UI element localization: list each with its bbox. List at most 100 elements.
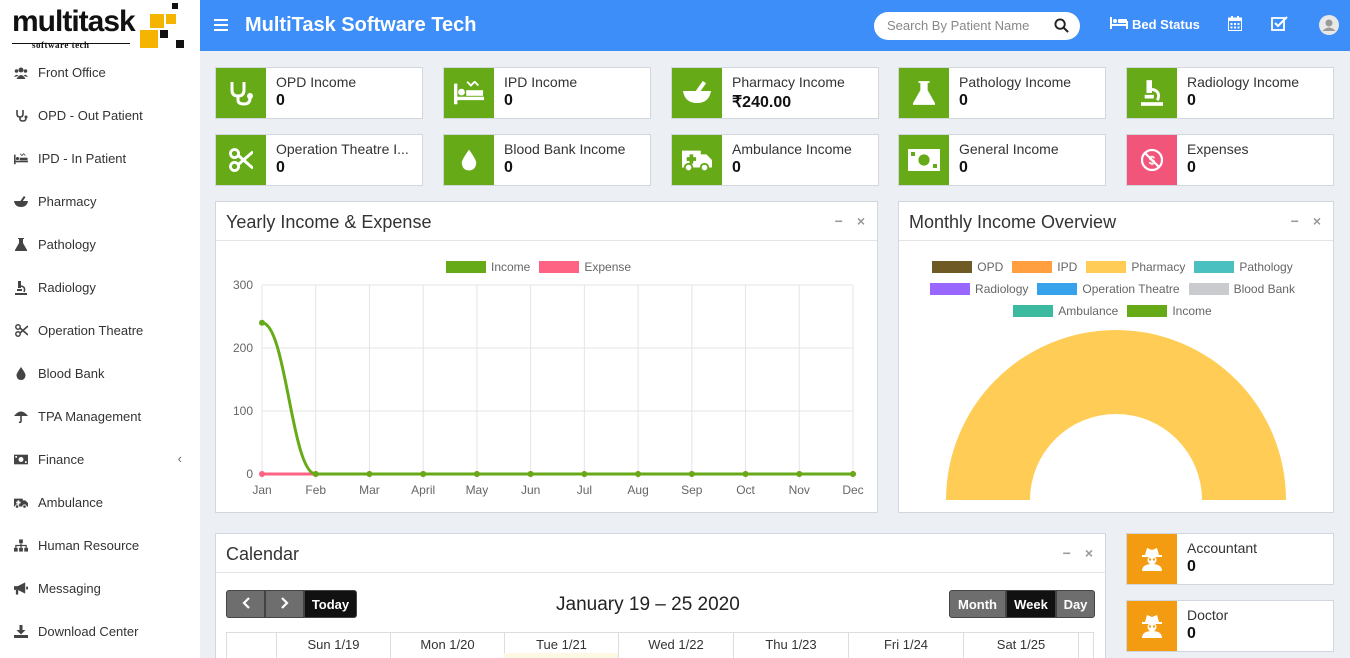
close-icon[interactable]: × xyxy=(857,213,865,229)
week-view-button[interactable]: Week xyxy=(1006,590,1056,618)
bed-icon xyxy=(1110,17,1128,32)
stat-value: ₹240.00 xyxy=(732,94,792,111)
panel-title: Monthly Income Overview xyxy=(909,212,1117,232)
close-icon[interactable]: × xyxy=(1313,213,1321,229)
calendar-panel: Calendar − × Today January 19 – 25 2020 … xyxy=(215,533,1106,658)
sidebar-item-messaging[interactable]: Messaging xyxy=(0,567,200,610)
minimize-icon[interactable]: − xyxy=(835,213,843,229)
panel-title: Yearly Income & Expense xyxy=(226,212,432,232)
sidebar-item-label: Human Resource xyxy=(38,538,140,553)
sidebar-item-label: OPD - Out Patient xyxy=(38,108,143,123)
sidebar-item-ipd[interactable]: IPD - In Patient xyxy=(0,137,200,180)
sidebar-item-label: Finance xyxy=(38,452,85,467)
stat-label: Pathology Income xyxy=(959,74,1072,90)
ambulance-income-box[interactable]: Ambulance Income 0 xyxy=(671,134,879,186)
day-header[interactable]: Sun 1/19 xyxy=(277,633,391,658)
scissors-icon xyxy=(14,324,28,337)
ambulance-icon xyxy=(672,135,722,185)
scissors-icon xyxy=(216,135,266,185)
stat-value: 0 xyxy=(1187,625,1196,642)
data-point xyxy=(796,471,803,477)
user-avatar-icon[interactable] xyxy=(1319,15,1339,40)
stat-value: 0 xyxy=(959,159,968,176)
opd-income-box[interactable]: OPD Income 0 xyxy=(215,67,423,119)
x-tick-label: Mar xyxy=(359,483,380,497)
calendar-icon[interactable] xyxy=(1228,16,1242,36)
day-header[interactable]: Thu 1/23 xyxy=(734,633,849,658)
download-icon xyxy=(14,625,28,638)
task-check-icon[interactable] xyxy=(1271,16,1288,36)
today-button[interactable]: Today xyxy=(304,590,357,618)
x-tick-label: Dec xyxy=(842,483,863,497)
day-header[interactable]: Sat 1/25 xyxy=(964,633,1079,658)
data-point xyxy=(635,471,642,477)
doughnut-slice-pharmacy xyxy=(946,330,1286,500)
sidebar-item-front-office[interactable]: Front Office xyxy=(0,51,200,94)
sidebar-item-pathology[interactable]: Pathology xyxy=(0,223,200,266)
pharmacy-income-box[interactable]: Pharmacy Income ₹240.00 xyxy=(671,67,879,119)
data-point xyxy=(742,471,749,477)
stat-value: 0 xyxy=(1187,558,1196,575)
doctor-box[interactable]: Doctor 0 xyxy=(1126,600,1334,652)
expenses-box[interactable]: $ Expenses 0 xyxy=(1126,134,1334,186)
x-tick-label: Jan xyxy=(252,483,271,497)
chevron-right-icon xyxy=(280,596,289,612)
x-tick-label: Aug xyxy=(627,483,648,497)
prev-week-button[interactable] xyxy=(226,590,265,618)
sidebar-item-download-center[interactable]: Download Center xyxy=(0,610,200,653)
today-highlight xyxy=(504,653,618,658)
day-header[interactable]: Mon 1/20 xyxy=(391,633,505,658)
logo[interactable]: multitask software tech xyxy=(0,0,200,51)
sidebar-item-operation-theatre[interactable]: Operation Theatre xyxy=(0,309,200,352)
day-view-button[interactable]: Day xyxy=(1056,590,1095,618)
y-tick-label: 100 xyxy=(233,404,253,418)
tint-icon xyxy=(14,367,28,380)
sidebar-item-label: Operation Theatre xyxy=(38,323,144,338)
search-input[interactable] xyxy=(887,18,1047,33)
ipd-income-box[interactable]: IPD Income 0 xyxy=(443,67,651,119)
next-week-button[interactable] xyxy=(265,590,304,618)
radiology-income-box[interactable]: Radiology Income 0 xyxy=(1126,67,1334,119)
blood-bank-income-box[interactable]: Blood Bank Income 0 xyxy=(443,134,651,186)
sidebar-item-opd[interactable]: OPD - Out Patient xyxy=(0,94,200,137)
app-title: MultiTask Software Tech xyxy=(245,14,477,36)
sidebar-item-label: Messaging xyxy=(38,581,101,596)
month-view-button[interactable]: Month xyxy=(949,590,1006,618)
stat-label: Accountant xyxy=(1187,540,1258,556)
stat-value: 0 xyxy=(276,159,285,176)
day-header[interactable]: Fri 1/24 xyxy=(849,633,964,658)
sidebar-item-blood-bank[interactable]: Blood Bank xyxy=(0,352,200,395)
sidebar-item-radiology[interactable]: Radiology xyxy=(0,266,200,309)
sidebar-item-human-resource[interactable]: Human Resource xyxy=(0,524,200,567)
sidebar-item-finance[interactable]: Finance ‹ xyxy=(0,438,200,481)
bed-status-label: Bed Status xyxy=(1132,17,1200,32)
chevron-left-icon[interactable]: ‹ xyxy=(178,451,182,466)
stethoscope-icon xyxy=(14,109,28,122)
close-icon[interactable]: × xyxy=(1085,545,1093,561)
general-income-box[interactable]: General Income 0 xyxy=(898,134,1106,186)
minimize-icon[interactable]: − xyxy=(1063,545,1071,561)
pathology-income-box[interactable]: Pathology Income 0 xyxy=(898,67,1106,119)
sidebar-item-ambulance[interactable]: Ambulance xyxy=(0,481,200,524)
x-tick-label: Feb xyxy=(305,483,326,497)
yearly-line-chart: 0 100 200 300 Jan Feb Mar April May Jun Jul Aug Sep O… xyxy=(233,278,864,497)
logo-square xyxy=(140,30,158,48)
series-line-income xyxy=(261,321,853,476)
operation-theatre-income-box[interactable]: Operation Theatre I... 0 xyxy=(215,134,423,186)
data-point xyxy=(581,471,588,477)
search-icon[interactable] xyxy=(1054,18,1069,38)
accountant-box[interactable]: Accountant 0 xyxy=(1126,533,1334,585)
minimize-icon[interactable]: − xyxy=(1291,213,1299,229)
sidebar-item-tpa-management[interactable]: TPA Management xyxy=(0,395,200,438)
bed-status-button[interactable]: Bed Status xyxy=(1110,17,1200,32)
sidebar-item-pharmacy[interactable]: Pharmacy xyxy=(0,180,200,223)
menu-toggle-icon[interactable] xyxy=(214,15,228,36)
sidebar-item-label: Pathology xyxy=(38,237,96,252)
stat-value: 0 xyxy=(504,159,513,176)
day-header[interactable]: Wed 1/22 xyxy=(619,633,734,658)
stat-value: 0 xyxy=(1187,159,1196,176)
procedures-icon xyxy=(14,152,28,165)
stat-value: 0 xyxy=(504,92,513,109)
money-icon xyxy=(899,135,949,185)
x-tick-label: Jun xyxy=(521,483,540,497)
